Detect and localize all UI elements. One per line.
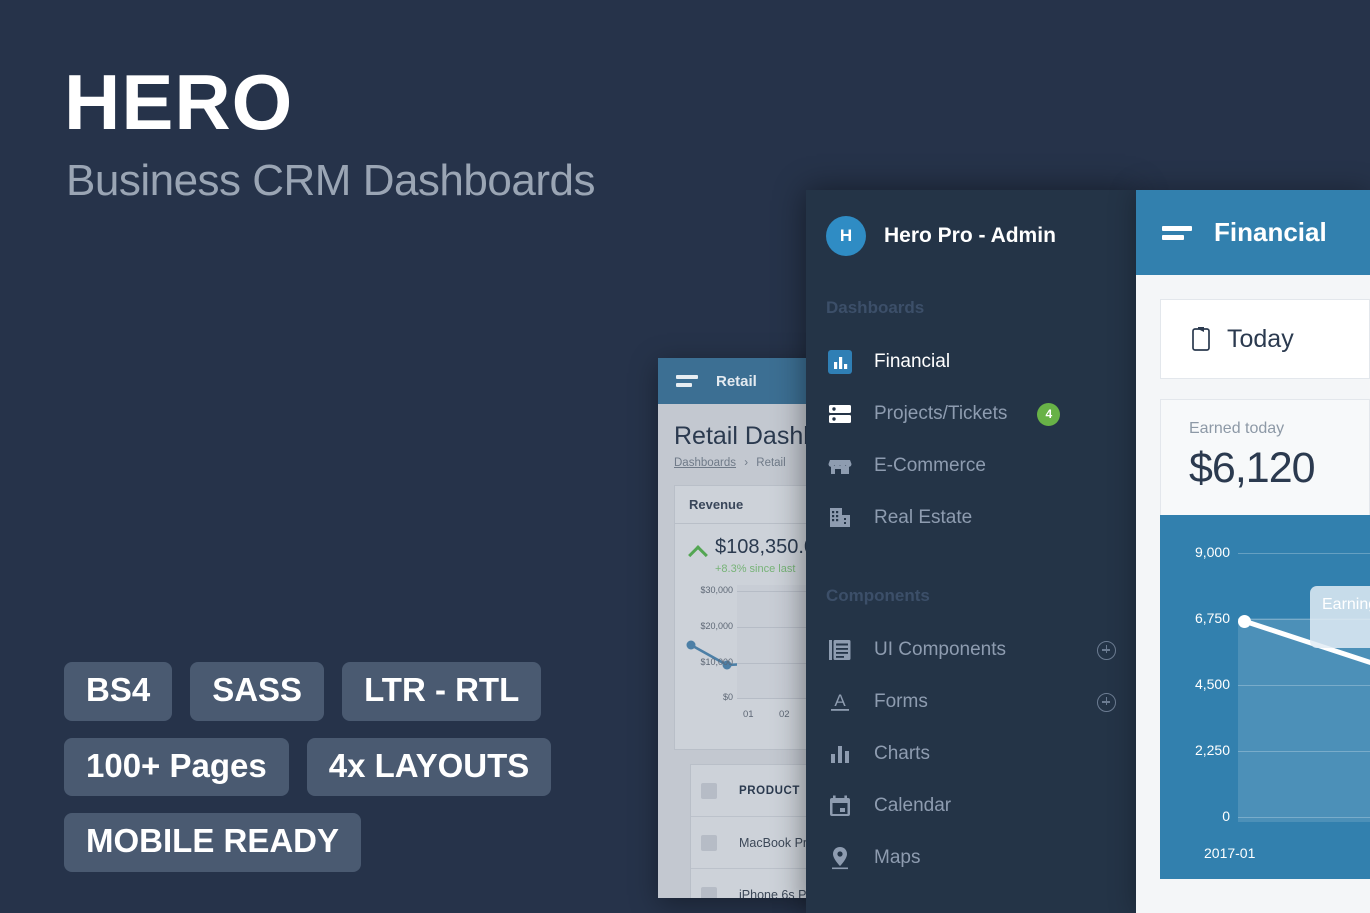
sidebar-item-label: UI Components [874,639,1007,660]
xtick-label: 2017-01 [1204,845,1256,861]
financial-topbar-title: Financial [1214,217,1327,247]
sidebar: H Hero Pro - Admin Dashboards Financial … [806,190,1136,913]
retail-ytick-label: $0 [722,692,733,702]
sidebar-item-label: Charts [874,743,930,764]
today-label: Today [1227,324,1294,353]
page-title: HERO [64,58,294,146]
map-pin-icon [826,844,854,872]
sidebar-item-label: Forms [874,691,928,712]
row-checkbox[interactable] [701,834,717,851]
expand-plus-icon[interactable] [1097,640,1116,660]
financial-dashboard-window: Financial Today Earned today $6,120 9,00… [1136,190,1370,913]
retail-ytick-label: $20,000 [700,621,733,631]
badge-row: 100+ Pages 4x LAYOUTS [64,737,624,797]
today-card[interactable]: Today [1160,299,1370,379]
breadcrumb-separator: › [744,457,749,469]
earned-today-amount: $6,120 [1189,444,1316,492]
sidebar-item-label: Maps [874,847,921,868]
sidebar-item-label: Financial [874,351,951,372]
feature-badge: BS4 [64,662,173,721]
sidebar-item-financial[interactable]: Financial [806,336,1136,388]
building-icon [826,504,854,532]
bar-chart-icon [826,740,854,768]
sidebar-section-components: Components [826,586,930,605]
revenue-delta: +8.3% since last [715,563,796,575]
breadcrumb-current: Retail [756,457,786,469]
retail-ytick-label: $10,000 [700,657,733,667]
feature-badge-list: BS4 SASS LTR - RTL 100+ Pages 4x LAYOUTS… [64,662,624,889]
sidebar-item-label: E-Commerce [874,455,986,476]
feature-badge: MOBILE READY [64,813,362,872]
hamburger-icon[interactable] [676,375,698,387]
sidebar-item-calendar[interactable]: Calendar [806,780,1136,832]
document-list-icon [826,636,854,664]
badge-row: BS4 SASS LTR - RTL [64,662,624,721]
select-all-checkbox[interactable] [701,782,717,799]
expand-plus-icon[interactable] [1097,692,1116,712]
retail-topbar-title: Retail [716,372,757,390]
feature-badge: 4x LAYOUTS [306,737,552,797]
chart-line [1241,618,1370,665]
storefront-icon [826,452,854,480]
sidebar-item-ui-components[interactable]: UI Components [806,624,1136,676]
retail-xtick-label: 02 [779,709,790,720]
sidebar-item-e-commerce[interactable]: E-Commerce [806,440,1136,492]
chart-data-point[interactable] [1238,615,1251,628]
column-header-product: PRODUCT [739,784,801,797]
calendar-icon [826,792,854,820]
brand-name: Hero Pro - Admin [884,224,1056,247]
poster-canvas: HERO Business CRM Dashboards BS4 SASS LT… [0,0,1370,913]
sidebar-item-maps[interactable]: Maps [806,832,1136,884]
page-subtitle: Business CRM Dashboards [66,156,595,205]
sidebar-item-real-estate[interactable]: Real Estate [806,492,1136,544]
sidebar-item-projects-tickets[interactable]: Projects/Tickets 4 [806,388,1136,440]
chevron-up-icon [689,542,707,560]
feature-badge: SASS [190,662,325,721]
feature-badge: 100+ Pages [64,737,289,797]
bar-chart-icon [826,348,854,376]
sidebar-section-dashboards: Dashboards [826,298,925,317]
financial-topbar: Financial [1136,190,1370,275]
svg-text:A: A [834,691,846,710]
chart-tooltip: Earnings [1310,586,1370,648]
sidebar-item-label: Real Estate [874,507,973,528]
sidebar-brand[interactable]: H Hero Pro - Admin [806,190,1136,256]
earned-today-card: Earned today $6,120 [1160,399,1370,515]
sidebar-item-label: Calendar [874,795,952,816]
sidebar-item-label: Projects/Tickets [874,403,1008,424]
retail-xtick-label: 01 [743,709,754,720]
hamburger-icon[interactable] [1162,225,1192,240]
row-checkbox[interactable] [701,886,717,898]
sidebar-item-charts[interactable]: Charts [806,728,1136,780]
clipboard-icon [1191,326,1214,353]
text-field-icon: A [826,688,854,716]
earnings-chart: 9,000 6,750 4,500 2,250 0 Earnings 2017-… [1160,515,1370,879]
status-badge: 4 [1037,402,1061,426]
tooltip-text: Earnings [1322,596,1370,613]
server-list-icon [826,400,854,428]
breadcrumb-parent[interactable]: Dashboards [674,457,736,469]
badge-row: MOBILE READY [64,813,624,872]
feature-badge: LTR - RTL [342,662,542,721]
sidebar-item-forms[interactable]: A Forms [806,676,1136,728]
product-name: MacBook Pro [739,835,815,850]
retail-ytick-label: $30,000 [700,585,733,595]
avatar: H [826,216,866,256]
earned-today-label: Earned today [1189,420,1285,437]
